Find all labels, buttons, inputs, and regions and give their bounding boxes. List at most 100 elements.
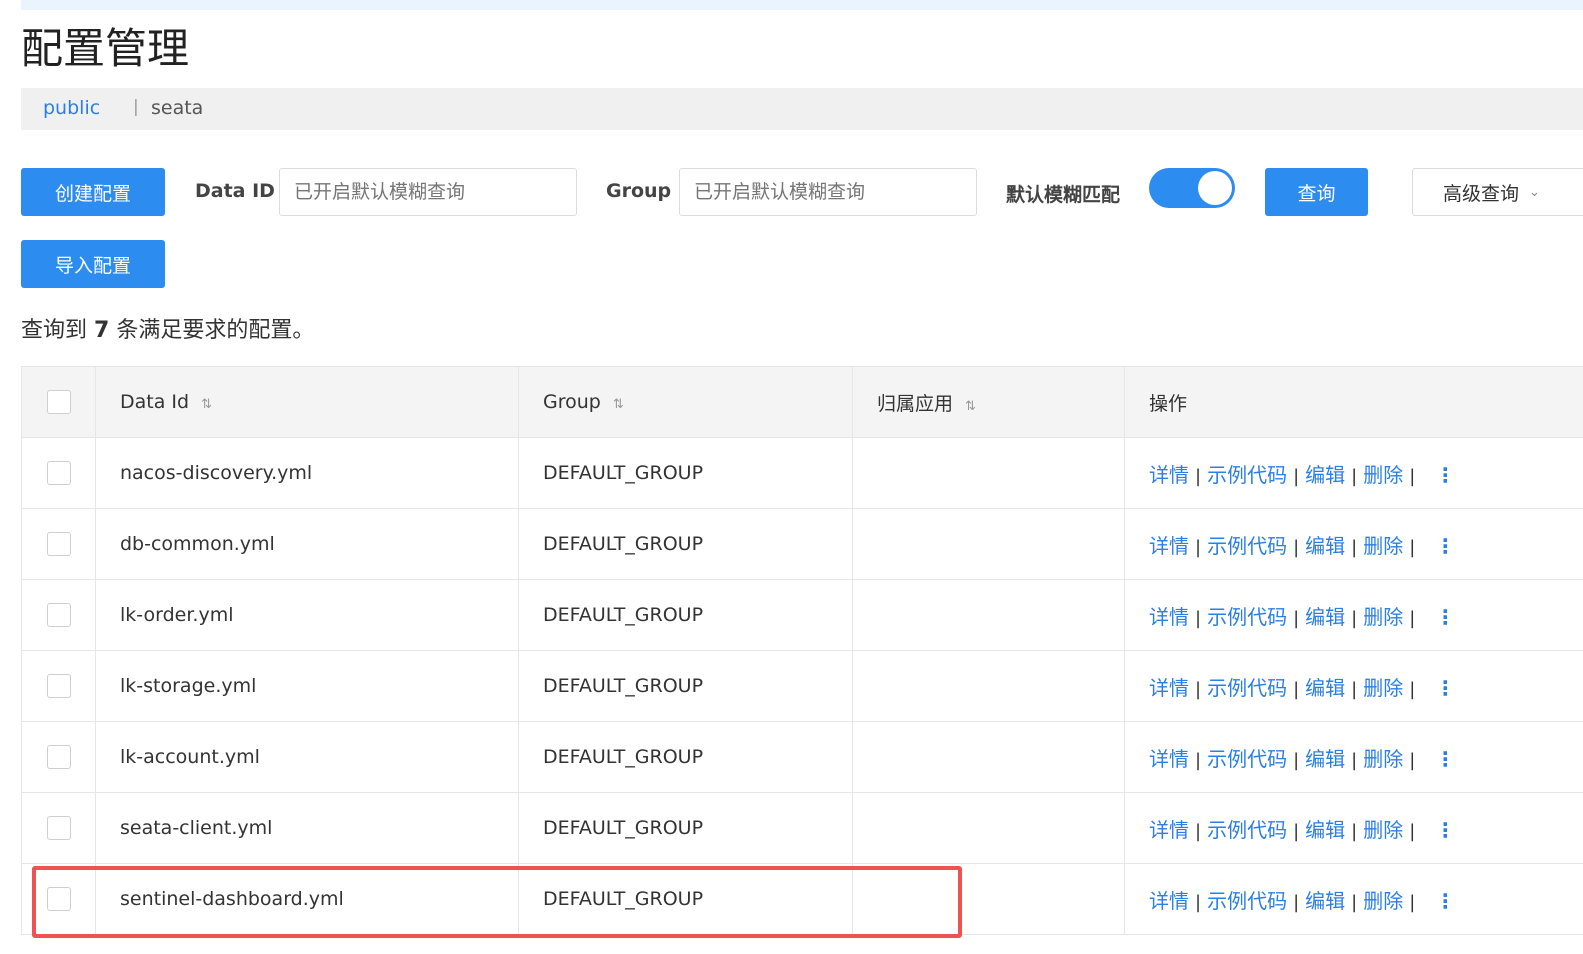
action-separator: | (1195, 891, 1202, 913)
more-options-icon[interactable]: ⋮ (1435, 534, 1455, 558)
delete-link[interactable]: 删除 (1363, 747, 1403, 771)
detail-link[interactable]: 详情 (1149, 463, 1189, 487)
table-row: db-common.yml DEFAULT_GROUP 详情 | 示例代码 | 编辑 | 删除 |… (21, 508, 1583, 580)
column-header-data-id[interactable]: Data Id ⇅ (95, 366, 519, 438)
fuzzy-match-toggle[interactable] (1149, 168, 1235, 208)
action-separator: | (1293, 607, 1300, 629)
page-title: 配置管理 (21, 24, 190, 73)
edit-link[interactable]: 编辑 (1305, 747, 1345, 771)
action-separator: | (1195, 607, 1202, 629)
detail-link[interactable]: 详情 (1149, 889, 1189, 913)
sort-icon[interactable]: ⇅ (613, 397, 624, 412)
row-checkbox[interactable] (46, 887, 71, 911)
sample-code-link[interactable]: 示例代码 (1207, 463, 1287, 487)
toggle-knob (1198, 171, 1232, 205)
cell-app (852, 650, 1125, 722)
action-separator: | (1351, 465, 1358, 487)
edit-link[interactable]: 编辑 (1305, 676, 1345, 700)
sample-code-link[interactable]: 示例代码 (1207, 889, 1287, 913)
cell-actions: 详情 | 示例代码 | 编辑 | 删除 | ⋮ (1124, 508, 1583, 580)
sample-code-link[interactable]: 示例代码 (1207, 534, 1287, 558)
import-config-button[interactable]: 导入配置 (21, 240, 165, 288)
cell-app (852, 792, 1125, 864)
cell-app (852, 863, 1125, 935)
edit-link[interactable]: 编辑 (1305, 463, 1345, 487)
action-separator: | (1409, 536, 1416, 558)
delete-link[interactable]: 删除 (1363, 818, 1403, 842)
delete-link[interactable]: 删除 (1363, 534, 1403, 558)
action-separator: | (1293, 820, 1300, 842)
column-header-app[interactable]: 归属应用 ⇅ (852, 366, 1125, 438)
action-separator: | (1195, 678, 1202, 700)
row-select-cell (21, 863, 96, 935)
row-checkbox[interactable] (46, 674, 71, 698)
row-checkbox[interactable] (46, 532, 71, 556)
row-checkbox[interactable] (46, 816, 71, 840)
cell-actions: 详情 | 示例代码 | 编辑 | 删除 | ⋮ (1124, 437, 1583, 509)
result-count-number: 7 (94, 318, 110, 343)
cell-group: DEFAULT_GROUP (518, 792, 853, 864)
action-separator: | (1409, 820, 1416, 842)
cell-data-id: sentinel-dashboard.yml (95, 863, 519, 935)
action-separator: | (1293, 678, 1300, 700)
sort-icon[interactable]: ⇅ (201, 397, 212, 412)
more-options-icon[interactable]: ⋮ (1435, 676, 1455, 700)
cell-group: DEFAULT_GROUP (518, 650, 853, 722)
cell-data-id: lk-storage.yml (95, 650, 519, 722)
row-checkbox[interactable] (46, 745, 71, 769)
more-options-icon[interactable]: ⋮ (1435, 605, 1455, 629)
cell-actions: 详情 | 示例代码 | 编辑 | 删除 | ⋮ (1124, 579, 1583, 651)
edit-link[interactable]: 编辑 (1305, 605, 1345, 629)
edit-link[interactable]: 编辑 (1305, 534, 1345, 558)
delete-link[interactable]: 删除 (1363, 676, 1403, 700)
delete-link[interactable]: 删除 (1363, 605, 1403, 629)
group-input[interactable] (679, 168, 977, 216)
column-header-group[interactable]: Group ⇅ (518, 366, 853, 438)
more-options-icon[interactable]: ⋮ (1435, 889, 1455, 913)
sample-code-link[interactable]: 示例代码 (1207, 605, 1287, 629)
sample-code-link[interactable]: 示例代码 (1207, 818, 1287, 842)
action-separator: | (1195, 536, 1202, 558)
detail-link[interactable]: 详情 (1149, 534, 1189, 558)
more-options-icon[interactable]: ⋮ (1435, 463, 1455, 487)
action-separator: | (1195, 465, 1202, 487)
detail-link[interactable]: 详情 (1149, 605, 1189, 629)
row-select-cell (21, 721, 96, 793)
table-row: lk-account.yml DEFAULT_GROUP 详情 | 示例代码 | 编辑 | 删除… (21, 721, 1583, 793)
more-options-icon[interactable]: ⋮ (1435, 747, 1455, 771)
advanced-search-dropdown[interactable]: 高级查询 ⌄ (1412, 168, 1583, 216)
sample-code-link[interactable]: 示例代码 (1207, 676, 1287, 700)
edit-link[interactable]: 编辑 (1305, 818, 1345, 842)
action-separator: | (1351, 820, 1358, 842)
action-separator: | (1351, 607, 1358, 629)
data-id-input[interactable] (279, 168, 577, 216)
config-table: Data Id ⇅ Group ⇅ 归属应用 ⇅ 操作 nacos-discovery… (21, 366, 1583, 935)
sample-code-link[interactable]: 示例代码 (1207, 747, 1287, 771)
top-banner (21, 0, 1583, 10)
row-select-cell (21, 579, 96, 651)
namespace-seata-link[interactable]: seata (151, 97, 203, 119)
detail-link[interactable]: 详情 (1149, 818, 1189, 842)
detail-link[interactable]: 详情 (1149, 676, 1189, 700)
cell-group: DEFAULT_GROUP (518, 579, 853, 651)
data-id-label: Data ID (195, 180, 275, 202)
delete-link[interactable]: 删除 (1363, 463, 1403, 487)
action-separator: | (1293, 891, 1300, 913)
select-all-checkbox[interactable] (46, 390, 71, 414)
row-checkbox[interactable] (46, 461, 71, 485)
search-button[interactable]: 查询 (1265, 168, 1368, 216)
action-separator: | (1351, 536, 1358, 558)
table-header-row: Data Id ⇅ Group ⇅ 归属应用 ⇅ 操作 (21, 366, 1583, 438)
row-checkbox[interactable] (46, 603, 71, 627)
row-select-cell (21, 650, 96, 722)
cell-group: DEFAULT_GROUP (518, 437, 853, 509)
action-separator: | (1409, 678, 1416, 700)
create-config-button[interactable]: 创建配置 (21, 168, 165, 216)
namespace-public-link[interactable]: public (43, 97, 100, 119)
delete-link[interactable]: 删除 (1363, 889, 1403, 913)
cell-app (852, 508, 1125, 580)
more-options-icon[interactable]: ⋮ (1435, 818, 1455, 842)
sort-icon[interactable]: ⇅ (965, 399, 976, 414)
detail-link[interactable]: 详情 (1149, 747, 1189, 771)
edit-link[interactable]: 编辑 (1305, 889, 1345, 913)
